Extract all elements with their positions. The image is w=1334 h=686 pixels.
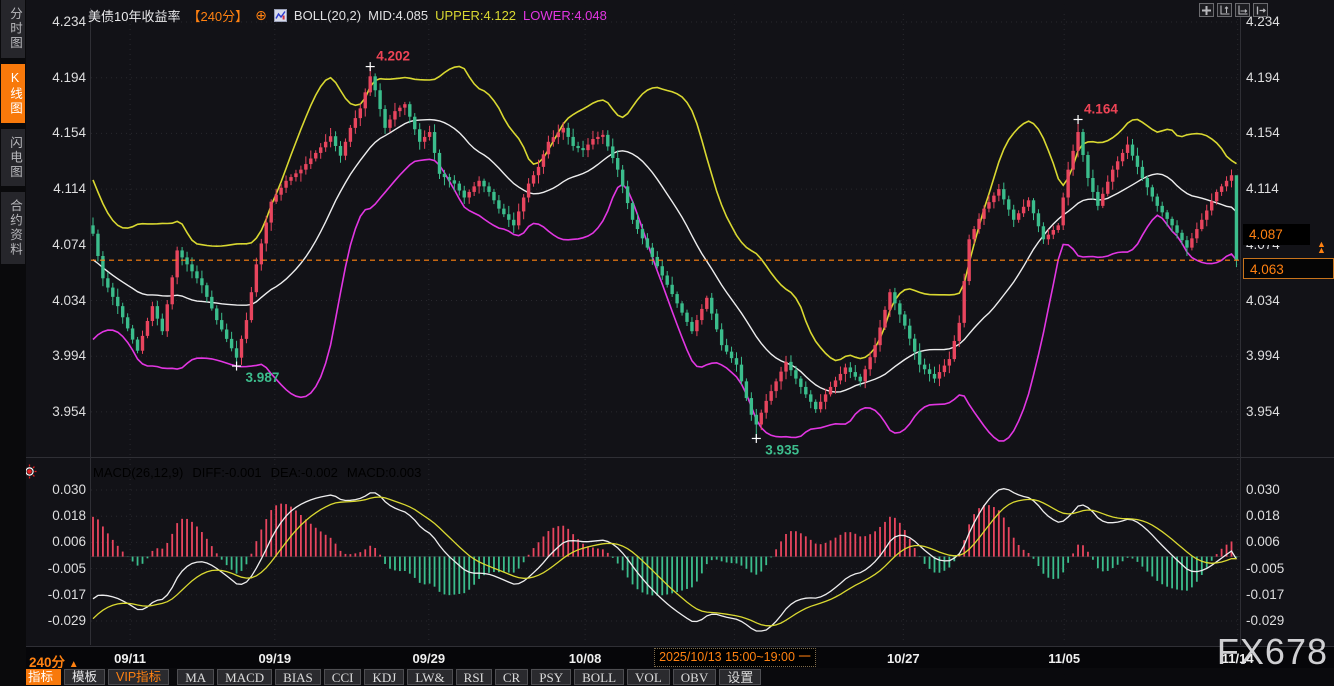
boll-lower-value: LOWER:4.048	[523, 8, 607, 23]
go-latest-icon[interactable]	[1253, 3, 1268, 17]
tab-LW&[interactable]: LW&	[407, 669, 452, 685]
tab-VIP指标[interactable]: VIP指标	[108, 669, 169, 685]
instrument-title: 美债10年收益率	[88, 6, 180, 25]
chart-header: 美债10年收益率 【240分】 ⊕ BOLL(20,2) MID:4.085 U…	[88, 6, 607, 24]
tab-KDJ[interactable]: KDJ	[364, 669, 404, 685]
tab-CR[interactable]: CR	[495, 669, 528, 685]
tab-PSY[interactable]: PSY	[531, 669, 571, 685]
tab-设置[interactable]: 设置	[719, 669, 761, 685]
current-price-tag: 4.063	[1243, 258, 1334, 279]
tab-BOLL[interactable]: BOLL	[574, 669, 624, 685]
indicator-tab-bar: 指标模板VIP指标 MAMACDBIASCCIKDJLW&RSICRPSYBOLL…	[0, 668, 1334, 686]
add-indicator-icon[interactable]: ⊕	[255, 9, 267, 21]
tab-OBV[interactable]: OBV	[673, 669, 716, 685]
tab-VOL[interactable]: VOL	[627, 669, 670, 685]
macd-diff-value: DIFF:-0.001	[192, 463, 261, 481]
macd-hist-value: MACD:0.003	[347, 463, 421, 481]
macd-label: MACD(26,12,9)	[93, 463, 183, 481]
tab-模板[interactable]: 模板	[64, 669, 105, 685]
x-axis-label: 09/19	[239, 651, 311, 666]
tab-MA[interactable]: MA	[177, 669, 214, 685]
sidebar-item-2[interactable]: 闪电图	[1, 129, 25, 187]
sidebar: 分时图 K线图闪电图合约资料	[0, 0, 26, 686]
tab-指标[interactable]: 指标	[20, 669, 61, 685]
x-axis-label: 09/29	[393, 651, 465, 666]
crosshair-date-tooltip: 2025/10/13 15:00~19:00 一	[654, 648, 816, 667]
chart-application: 4.2344.2344.1944.1944.1544.1544.1144.114…	[0, 0, 1334, 686]
x-axis-label: 11/05	[1028, 651, 1100, 666]
pan-icon[interactable]	[1199, 3, 1214, 17]
boll-mid-value: MID:4.085	[368, 8, 428, 23]
price-annotation: 3.987	[246, 370, 280, 385]
macd-header: MACD(26,12,9) DIFF:-0.001 DEA:-0.002 MAC…	[93, 463, 421, 481]
x-axis-label: 10/27	[867, 651, 939, 666]
price-annotation: 4.164	[1084, 101, 1118, 116]
watermark: FX678	[1217, 631, 1328, 673]
tab-BIAS[interactable]: BIAS	[275, 669, 321, 685]
price-up-arrows-icon[interactable]: ▲▲	[1317, 242, 1326, 253]
boll-indicator-label: BOLL(20,2)	[294, 8, 361, 23]
boll-upper-value: UPPER:4.122	[435, 8, 516, 23]
chart-toolbar	[1199, 3, 1268, 17]
last-close-tag: 4.087	[1243, 224, 1310, 245]
tab-CCI[interactable]: CCI	[324, 669, 362, 685]
macd-dea-value: DEA:-0.002	[271, 463, 338, 481]
y-axis-zoom-icon[interactable]	[1217, 3, 1232, 17]
sidebar-item-3[interactable]: 合约资料	[1, 192, 25, 264]
price-annotation: 4.202	[376, 49, 410, 64]
period-tag: 【240分】	[187, 6, 248, 25]
x-axis-label: 09/11	[94, 651, 166, 666]
tab-RSI[interactable]: RSI	[456, 669, 492, 685]
sidebar-item-1[interactable]: K线图	[1, 64, 25, 123]
sidebar-item-0[interactable]: 分时图	[1, 0, 25, 58]
tab-MACD[interactable]: MACD	[217, 669, 272, 685]
x-axis-zoom-icon[interactable]	[1235, 3, 1250, 17]
kline-mini-icon	[274, 8, 287, 23]
price-annotation: 3.935	[765, 442, 799, 457]
x-axis-label: 10/08	[549, 651, 621, 666]
chart-canvas[interactable]: 4.202 3.987 3.935 4.164	[0, 0, 1334, 686]
